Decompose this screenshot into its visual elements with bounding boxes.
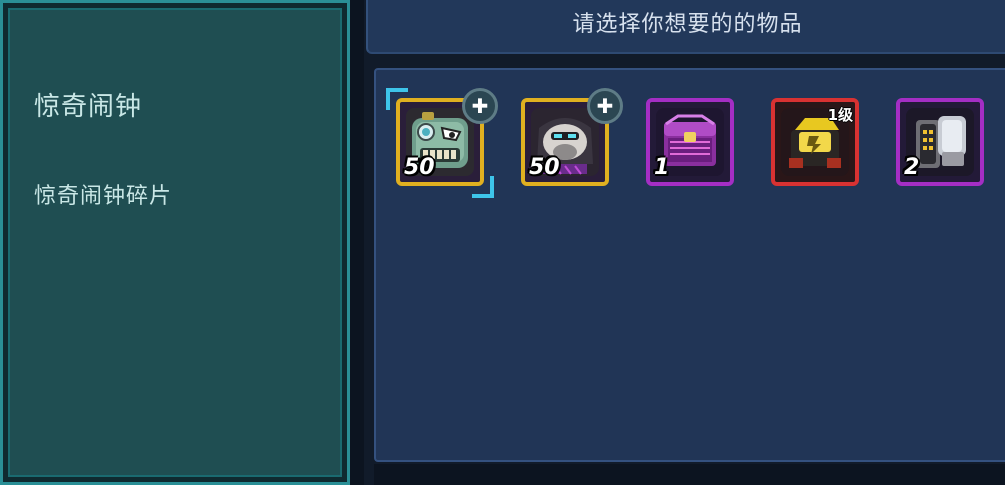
item-frame-purple: 2: [896, 98, 984, 186]
selection-corner-bottom-right: [472, 176, 494, 198]
item-slot-alarm-clock-fragment[interactable]: 50 ✚: [386, 88, 498, 198]
item-quantity: 50: [404, 155, 435, 180]
item-detail-subtitle: 惊奇闹钟碎片: [34, 184, 173, 209]
item-slot-gorilla-fragment[interactable]: 50 ✚: [521, 88, 623, 186]
item-detail-inner: 惊奇闹钟 惊奇闹钟碎片: [8, 8, 342, 477]
item-frame-purple: 1: [646, 98, 734, 186]
selection-corner-top-left: [386, 88, 408, 110]
items-panel: 50 ✚ 50 ✚ 1 1级 2: [374, 68, 1005, 462]
item-detail-title: 惊奇闹钟: [34, 92, 143, 122]
panel-divider: [350, 0, 364, 485]
header-bar: 请选择你想要的的物品: [366, 0, 1005, 54]
item-slot-gold-chest[interactable]: 1级: [771, 98, 859, 186]
item-quantity: 1: [654, 155, 670, 180]
item-slot-purple-crate[interactable]: 1: [646, 98, 734, 186]
item-quantity: 2: [904, 155, 920, 180]
item-slot-battery-module[interactable]: 2: [896, 98, 984, 186]
item-quantity: 50: [529, 155, 560, 180]
item-frame-red: 1级: [771, 98, 859, 186]
reward-selection-screen: 惊奇闹钟 惊奇闹钟碎片 请选择你想要的的物品 50 ✚ 50 ✚ 1 1级 2: [0, 0, 1005, 485]
header-title: 请选择你想要的的物品: [572, 12, 803, 37]
puzzle-piece-icon: ✚: [462, 88, 498, 124]
item-detail-panel: 惊奇闹钟 惊奇闹钟碎片: [0, 0, 350, 485]
item-level-label: 1级: [827, 106, 853, 124]
bottom-strip: [374, 464, 1005, 485]
puzzle-piece-icon: ✚: [587, 88, 623, 124]
